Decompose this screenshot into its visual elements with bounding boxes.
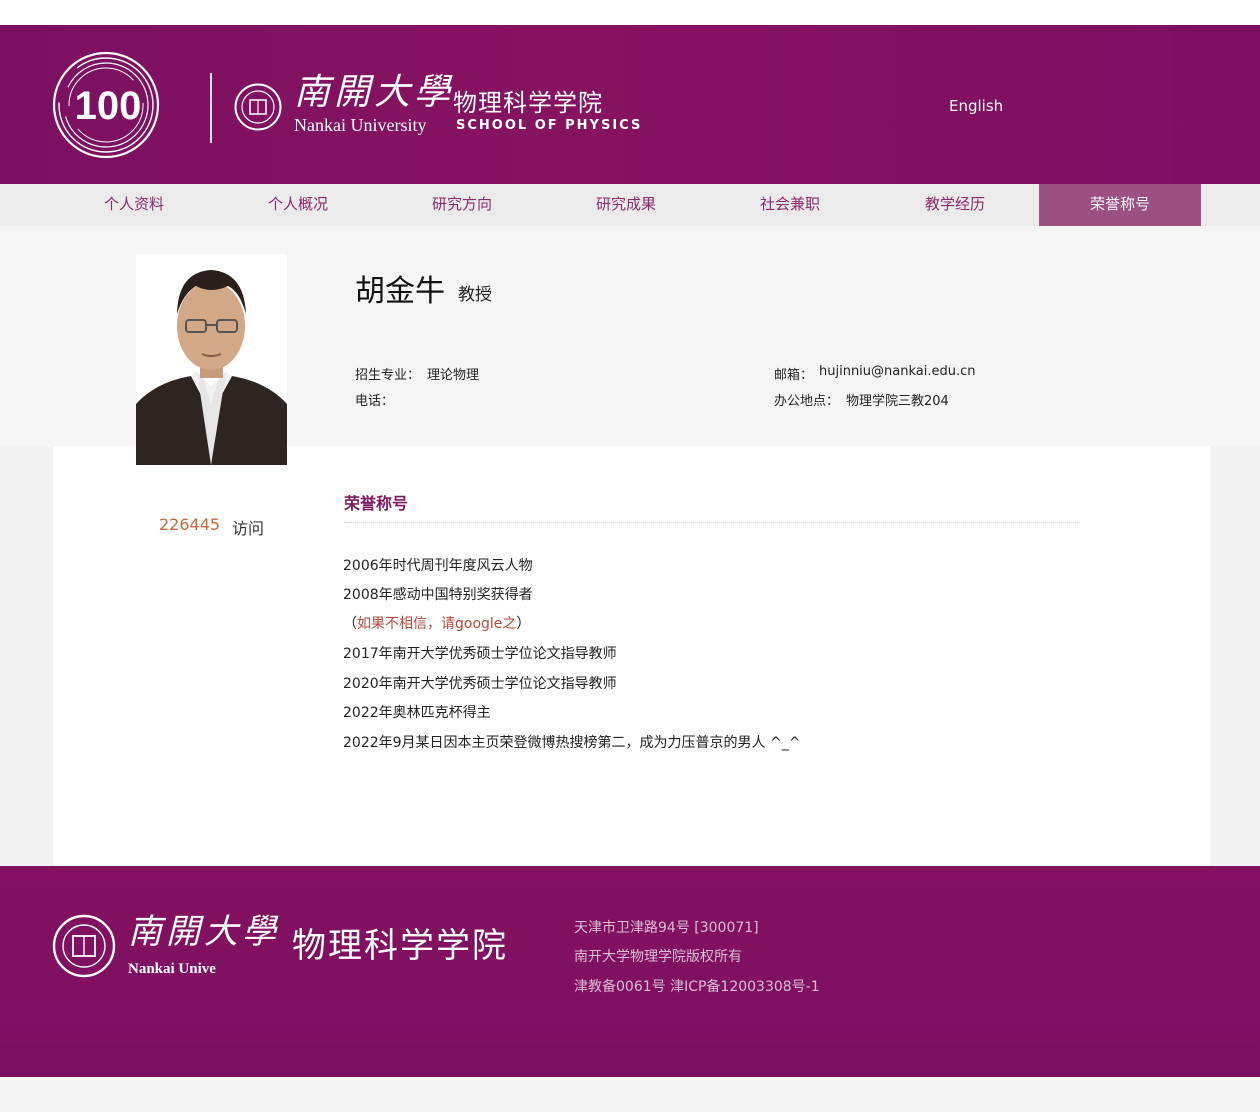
honor-item: 2006年时代周刊年度风云人物 [343, 558, 533, 574]
note-close-paren: ） [516, 616, 531, 632]
major-value: 理论物理 [427, 368, 480, 383]
major-label: 招生专业： [355, 368, 421, 383]
university-seal-icon [234, 83, 282, 131]
visit-count: 226445 [159, 515, 221, 534]
footer-university-name-en: Nankai Unive [128, 961, 216, 977]
tab-personal-info[interactable]: 个人资料 [53, 184, 215, 226]
page: 100 南開大學 Nankai University 物理科学学院 SCHOOL… [0, 0, 1260, 1112]
logo-divider [210, 73, 212, 143]
tab-honors[interactable]: 荣誉称号 [1039, 184, 1201, 226]
footer-copyright: 南开大学物理学院版权所有 [574, 949, 742, 965]
note-open-paren: （ [343, 616, 357, 632]
tab-research-results[interactable]: 研究成果 [545, 184, 707, 226]
logo-100-text: 100 [75, 84, 142, 128]
content-panel [53, 446, 1210, 866]
portrait-icon [136, 254, 287, 465]
honor-item-note: （如果不相信，请google之） [343, 613, 530, 633]
phone-label: 电话： [355, 394, 395, 409]
section-title: 荣誉称号 [344, 494, 409, 513]
email-value[interactable]: hujinniu@nankai.edu.cn [819, 364, 976, 379]
footer-university-name-cn: 南開大學 [128, 912, 280, 952]
honor-item: 2008年感动中国特别奖获得者 [343, 587, 533, 603]
university-name-cn: 南開大學 [294, 72, 455, 113]
email-label: 邮箱： [774, 368, 814, 383]
office-label: 办公地点： [774, 394, 840, 409]
honor-item: 2017年南开大学优秀硕士学位论文指导教师 [343, 646, 617, 662]
tab-social-positions[interactable]: 社会兼职 [709, 184, 871, 226]
profile-nav: 个人资料 个人概况 研究方向 研究成果 社会兼职 教学经历 荣誉称号 [0, 184, 1260, 226]
visit-label: 访问 [232, 519, 265, 538]
professor-name: 胡金牛 [355, 274, 445, 309]
centennial-logo-icon: 100 [52, 51, 160, 159]
tab-research-direction[interactable]: 研究方向 [381, 184, 543, 226]
professor-title: 教授 [458, 285, 492, 305]
honor-item: 2020年南开大学优秀硕士学位论文指导教师 [343, 676, 617, 692]
footer-school-name: 物理科学学院 [292, 926, 508, 966]
school-name-cn: 物理科学学院 [453, 89, 603, 117]
note-google-text: 如果不相信，请google之 [357, 616, 517, 632]
office-value: 物理学院三教204 [846, 394, 949, 409]
tab-teaching-experience[interactable]: 教学经历 [873, 184, 1037, 226]
footer-icp[interactable]: 津教备0061号 津ICP备12003308号-1 [574, 976, 820, 996]
english-language-link[interactable]: English [949, 97, 1003, 115]
honor-item: 2022年奥林匹克杯得主 [343, 705, 491, 721]
footer-seal-icon [52, 914, 116, 978]
university-name-en: Nankai University [294, 115, 427, 135]
tab-overview[interactable]: 个人概况 [217, 184, 379, 226]
site-header: 100 南開大學 Nankai University 物理科学学院 SCHOOL… [0, 25, 1260, 184]
footer-address: 天津市卫津路94号 [300071] [574, 920, 759, 936]
school-name-en: SCHOOL OF PHYSICS [456, 118, 643, 133]
profile-photo [136, 254, 287, 465]
section-divider [344, 522, 1080, 523]
bottom-strip [0, 1077, 1260, 1112]
honor-item: 2022年9月某日因本主页荣登微博热搜榜第二，成为力压普京的男人 ^_^ [343, 735, 801, 751]
